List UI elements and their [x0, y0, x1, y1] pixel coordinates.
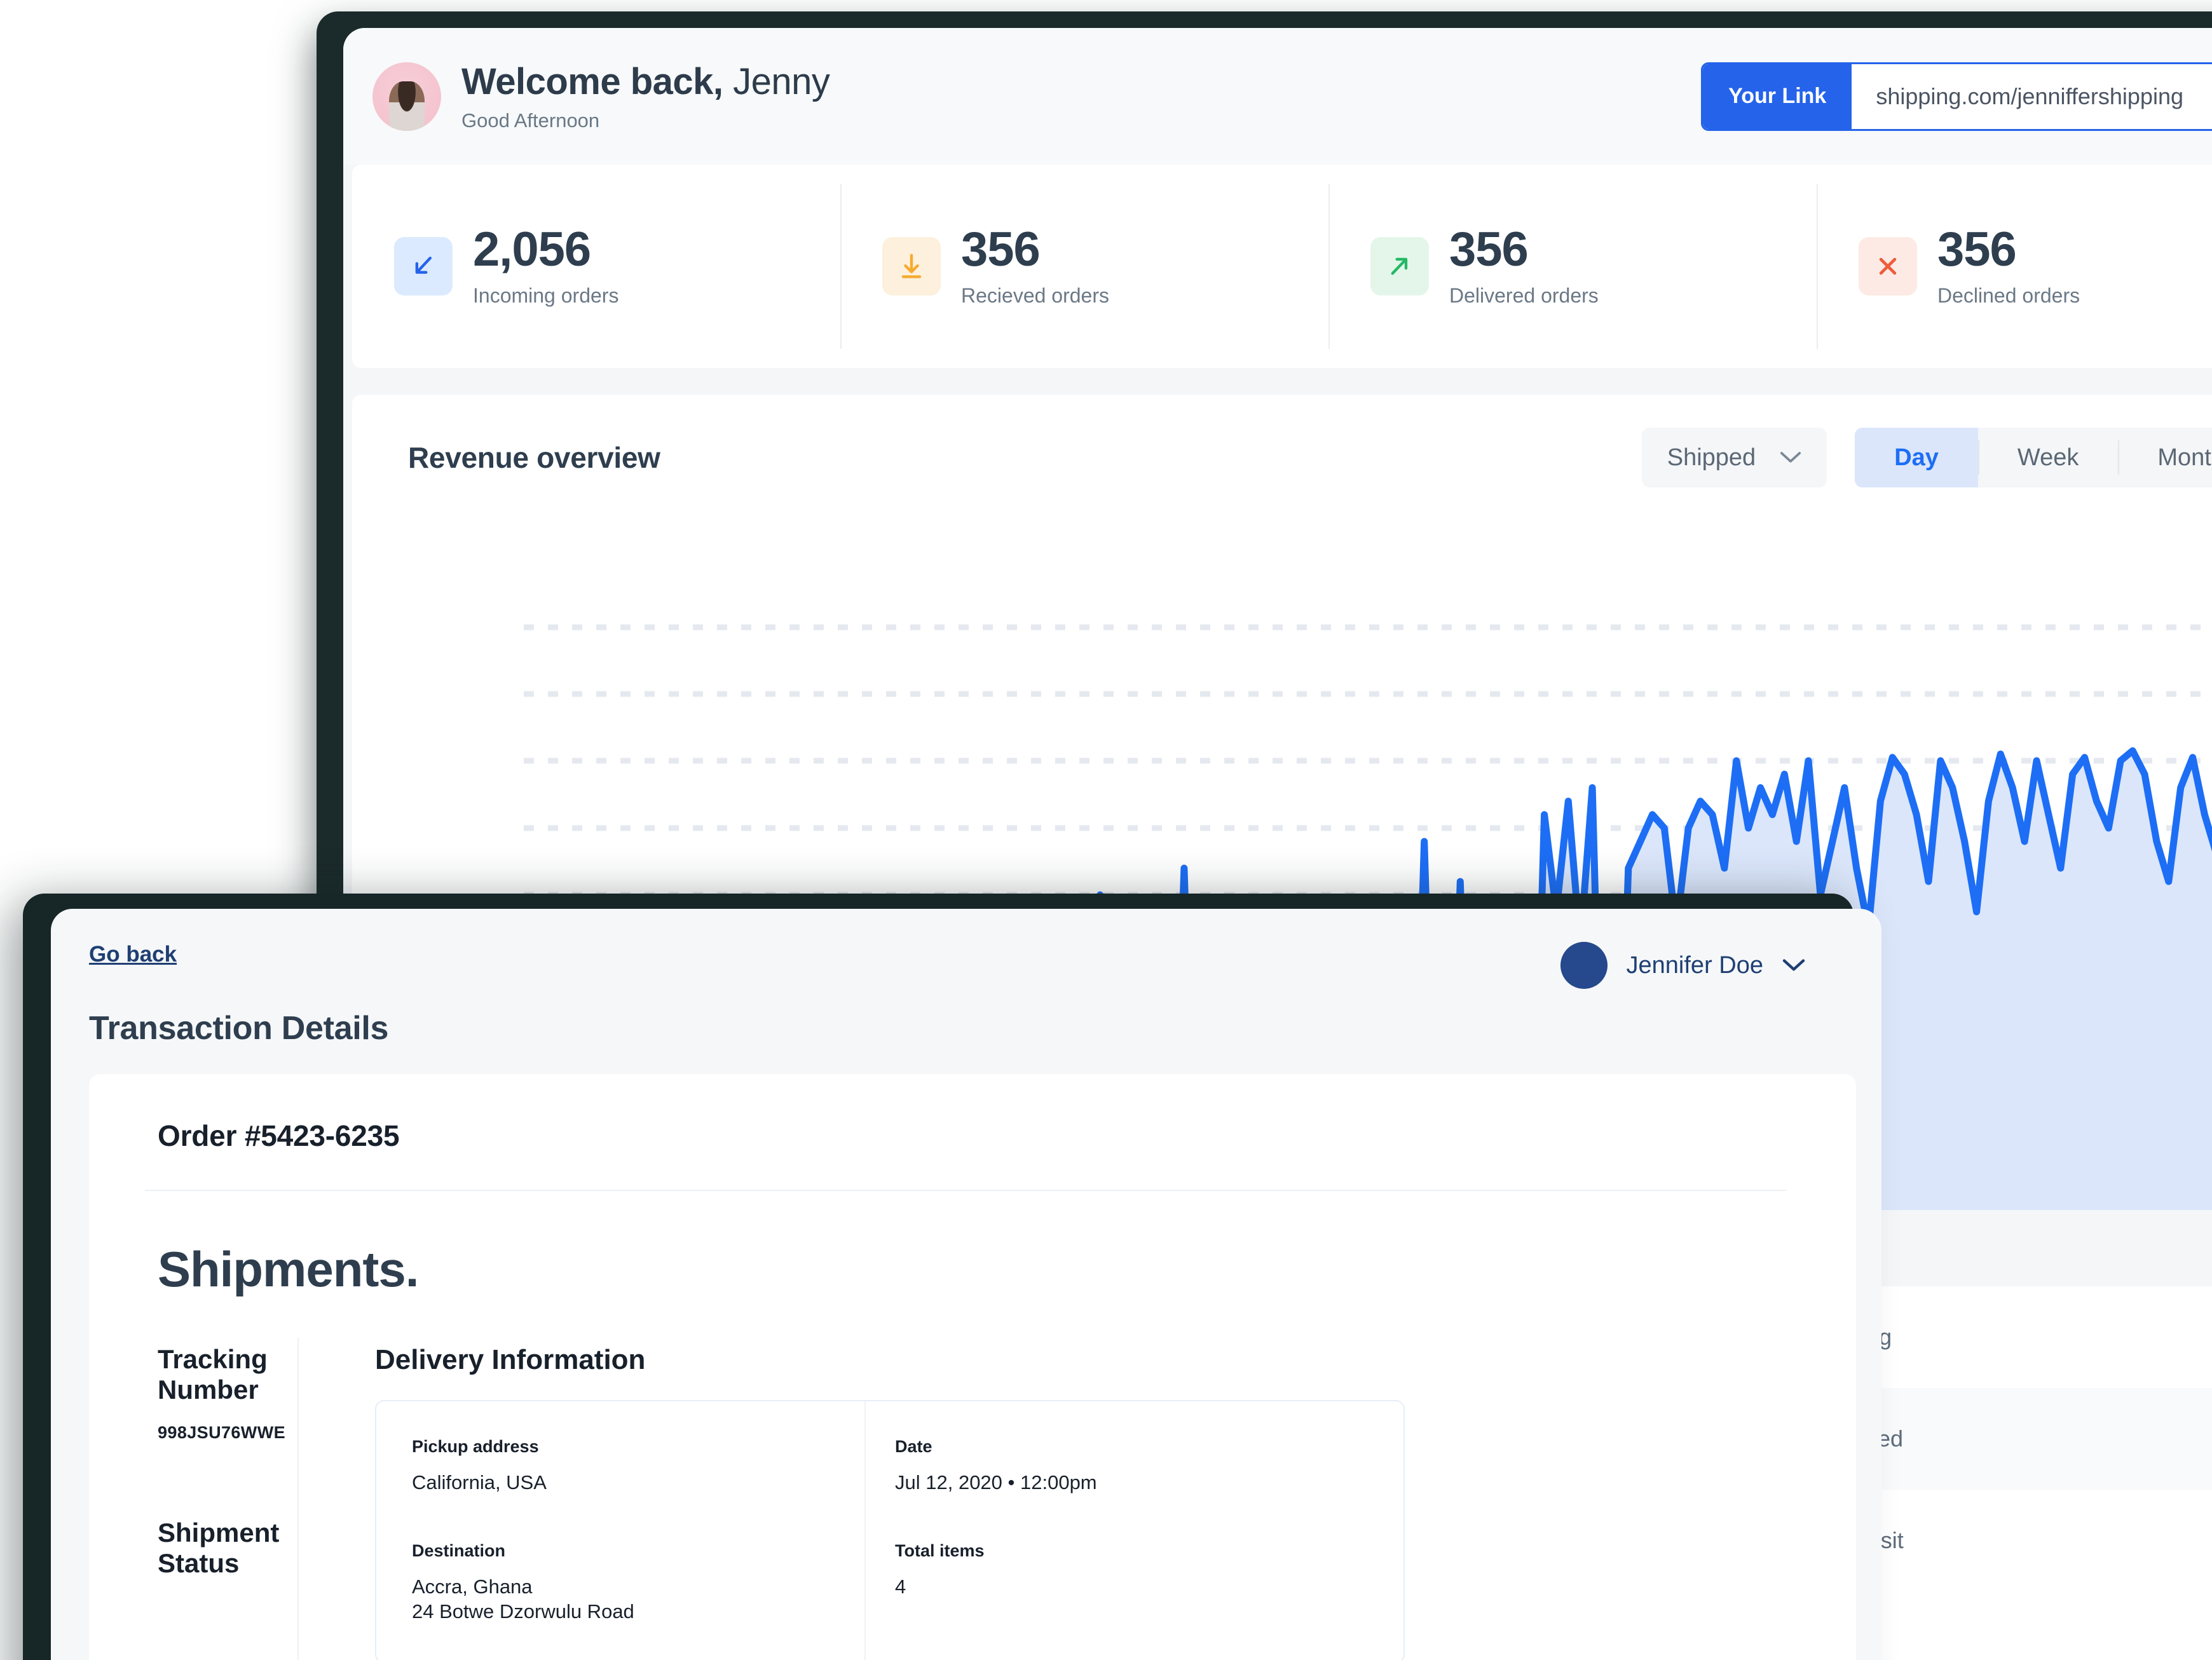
stat-value: 356	[1449, 222, 1529, 276]
avatar	[372, 62, 441, 131]
tab-week[interactable]: Week	[1977, 428, 2118, 487]
stat-text: 356 Declined orders	[1937, 222, 2080, 308]
delivery-col-right: Date Jul 12, 2020 • 12:00pm Total items …	[864, 1401, 1378, 1660]
order-details-card: Order #5423-6235 Shipments. Tracking Num…	[89, 1074, 1856, 1660]
stat-card-delivered-orders[interactable]: 356 Delivered orders	[1328, 165, 1817, 368]
total-items-value: 4	[895, 1575, 906, 1598]
stat-label: Declined orders	[1937, 283, 2080, 307]
shipment-status-heading: Shipment Status	[158, 1518, 280, 1578]
date-label: Date	[895, 1437, 932, 1456]
your-link-widget[interactable]: Your Link shipping.com/jenniffershipping	[1701, 62, 2212, 131]
user-menu[interactable]: Jennifer Doe	[1560, 942, 1805, 989]
delivery-information-box: Pickup address California, USA Destinati…	[375, 1400, 1405, 1660]
copy-link-button[interactable]	[2209, 64, 2212, 129]
arrow-down-left-icon	[415, 256, 432, 274]
arrow-up-right-icon	[1391, 257, 1408, 275]
avatar	[1560, 942, 1608, 989]
revenue-controls: Shipped Day Week Month	[1641, 428, 2212, 487]
details-columns: Tracking Number 998JSU76WWE Shipment Sta…	[89, 1298, 1856, 1660]
go-back-link[interactable]: Go back	[89, 942, 177, 967]
link-url-text[interactable]: shipping.com/jenniffershipping	[1852, 64, 2209, 129]
tracking-number-value: 998JSU76WWE	[158, 1423, 285, 1442]
shipments-heading: Shipments.	[158, 1241, 419, 1297]
destination-value: Accra, Ghana 24 Botwe Dzorwulu Road	[412, 1575, 634, 1623]
close-x-icon	[1879, 257, 1897, 275]
arrow-up-right-icon-badge	[1370, 237, 1429, 296]
dashboard-header: Welcome back, Jenny Good Afternoon Your …	[343, 28, 2212, 165]
stat-text: 356 Recieved orders	[961, 222, 1109, 308]
tracking-number-heading: Tracking Number	[158, 1344, 268, 1405]
greeting-block: Welcome back, Jenny Good Afternoon	[461, 60, 830, 132]
tab-month[interactable]: Month	[2118, 428, 2212, 487]
tracking-column: Tracking Number 998JSU76WWE Shipment Sta…	[89, 1337, 299, 1660]
welcome-bold: Welcome back,	[461, 61, 723, 102]
arrow-down-left-icon-badge	[394, 237, 453, 296]
stat-label: Recieved orders	[961, 283, 1109, 307]
stat-value: 356	[1937, 222, 2017, 276]
your-link-button[interactable]: Your Link	[1703, 64, 1852, 129]
stat-value: 2,056	[473, 222, 591, 276]
stat-label: Delivered orders	[1449, 283, 1599, 307]
stat-card-recieved-orders[interactable]: 356 Recieved orders	[840, 165, 1328, 368]
pickup-address-label: Pickup address	[412, 1437, 539, 1456]
revenue-header: Revenue overview Shipped Day Week Month	[352, 395, 2212, 487]
screenshot-stage: Welcome back, Jenny Good Afternoon Your …	[0, 0, 2212, 1660]
arrow-down-to-line-icon-badge	[882, 237, 941, 296]
order-number: Order #5423-6235	[158, 1119, 400, 1152]
stat-value: 356	[961, 222, 1041, 276]
revenue-title: Revenue overview	[408, 441, 660, 474]
total-items-label: Total items	[895, 1541, 985, 1560]
chevron-down-icon	[1782, 959, 1805, 971]
stat-card-declined-orders[interactable]: 356 Declined orders	[1817, 165, 2212, 368]
delivery-column: Delivery Information Pickup address Cali…	[299, 1344, 1856, 1660]
shipped-filter-value: Shipped	[1667, 444, 1756, 471]
chevron-down-icon	[1780, 452, 1801, 463]
pickup-address-value: California, USA	[412, 1471, 547, 1493]
delivery-col-left: Pickup address California, USA Destinati…	[412, 1437, 895, 1624]
transaction-details-modal: Go back Jennifer Doe Transaction Details…	[51, 909, 1881, 1660]
stat-text: 356 Delivered orders	[1449, 222, 1599, 308]
page-title: Welcome back, Jenny	[461, 60, 830, 103]
shipped-filter-select[interactable]: Shipped	[1641, 428, 1827, 487]
stat-text: 2,056 Incoming orders	[473, 222, 619, 308]
date-value: Jul 12, 2020 • 12:00pm	[895, 1471, 1097, 1493]
stats-strip: 2,056 Incoming orders 356 Recieved order…	[352, 165, 2212, 368]
delivery-information-heading: Delivery Information	[375, 1344, 646, 1375]
stat-label: Incoming orders	[473, 283, 619, 307]
modal-title: Transaction Details	[89, 1010, 389, 1047]
tab-day[interactable]: Day	[1855, 428, 1978, 487]
close-x-icon-badge	[1859, 237, 1917, 296]
range-tab-group: Day Week Month	[1855, 428, 2212, 487]
modal-topbar: Go back Jennifer Doe	[51, 909, 1881, 989]
user-name: Jennifer Doe	[1626, 951, 1763, 979]
welcome-name: Jenny	[723, 61, 830, 102]
destination-label: Destination	[412, 1541, 506, 1560]
stat-card-incoming-orders[interactable]: 2,056 Incoming orders	[352, 165, 840, 368]
arrow-down-to-line-icon	[901, 254, 922, 278]
greeting-subtitle: Good Afternoon	[461, 109, 600, 132]
